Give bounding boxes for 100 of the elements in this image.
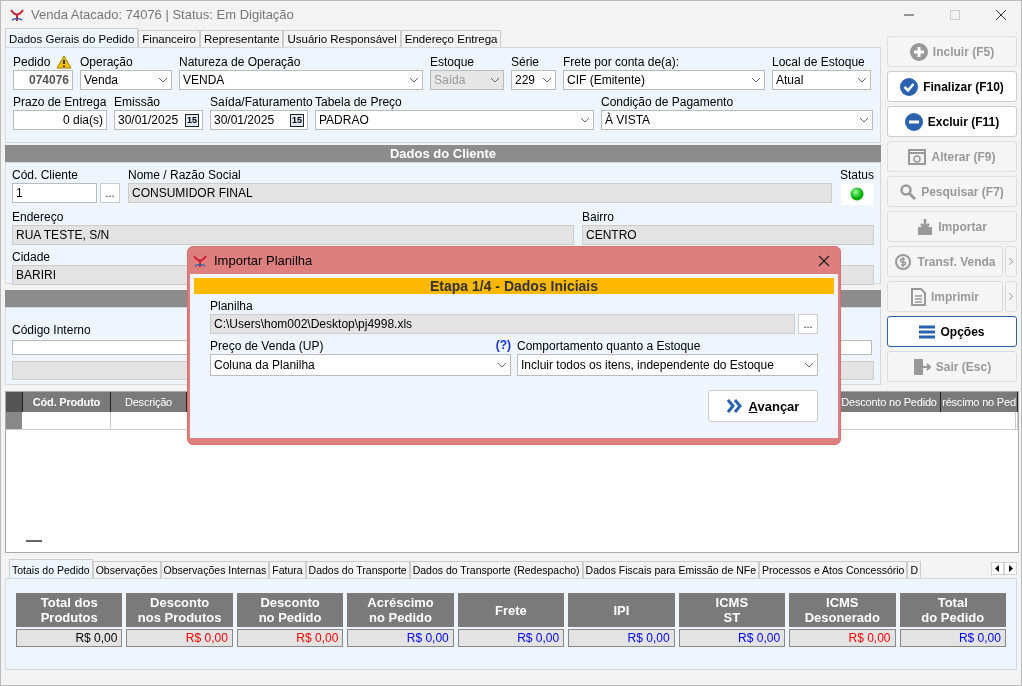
field-label: Comportamento quanto a Estoque xyxy=(517,338,701,354)
tab[interactable]: Financeiro xyxy=(138,30,200,47)
total-header: Total dos Produtos xyxy=(16,593,123,627)
browse-button[interactable]: ... xyxy=(798,314,818,334)
dropdown[interactable]: 229 xyxy=(511,70,556,90)
dropdown[interactable]: Atual xyxy=(772,70,871,90)
chevron-down-icon xyxy=(490,77,500,83)
next-button[interactable]: Avançar xyxy=(708,390,818,422)
field-label: Natureza de Operação xyxy=(179,54,301,70)
field-label: Cidade xyxy=(12,249,51,265)
download-box-icon xyxy=(917,217,934,236)
field-label: Tabela de Preço xyxy=(315,94,402,110)
tab[interactable]: Usuário Responsável xyxy=(283,30,401,47)
close-icon[interactable] xyxy=(995,8,1007,21)
document-icon xyxy=(911,287,926,306)
dropdown[interactable]: Venda xyxy=(80,70,172,90)
dropdown[interactable]: CIF (Emitente) xyxy=(563,70,765,90)
total-header: Desconto nos Produtos xyxy=(126,593,233,627)
total-value: R$ 0,00 xyxy=(126,629,233,647)
column-header[interactable]: réscimo no Ped xyxy=(941,392,1018,412)
field-label: Estoque xyxy=(430,54,475,70)
total-value: R$ 0,00 xyxy=(236,629,344,647)
chevron-down-icon xyxy=(751,77,761,83)
total-value: R$ 0,00 xyxy=(789,629,896,647)
tab[interactable]: Fatura xyxy=(269,561,306,578)
lookup-button[interactable]: ... xyxy=(100,183,120,203)
plus-icon xyxy=(909,42,928,61)
total-header: ICMS Desonerado xyxy=(789,593,896,627)
calendar-button[interactable]: 15 xyxy=(185,113,199,127)
chevron-down-icon xyxy=(580,117,590,123)
check-icon xyxy=(900,77,919,96)
tab[interactable]: Representante xyxy=(200,30,284,47)
field-label: Planilha xyxy=(210,298,253,314)
total-value: R$ 0,00 xyxy=(457,629,565,647)
tab[interactable]: D xyxy=(907,561,921,578)
dropdown[interactable]: PADRAO xyxy=(315,110,594,130)
tab[interactable]: Endereço Entrega xyxy=(400,30,502,47)
calendar-button[interactable]: 15 xyxy=(290,113,304,127)
dropdown[interactable]: VENDA xyxy=(179,70,423,90)
step-banner: Etapa 1/4 - Dados Iniciais xyxy=(194,278,834,294)
input-field: CENTRO xyxy=(582,225,874,245)
warning-icon xyxy=(56,55,73,69)
scroll-right-icon[interactable] xyxy=(1004,562,1017,575)
field-label: Nome / Razão Social xyxy=(128,167,241,183)
tab[interactable]: Totais do Pedido xyxy=(9,559,93,578)
chevron-down-icon xyxy=(804,362,814,368)
help-link[interactable]: (?) xyxy=(495,338,511,354)
tab[interactable]: Observações Internas xyxy=(160,561,270,578)
field-label: Cód. Cliente xyxy=(12,167,79,183)
field-label: Status xyxy=(840,167,875,183)
tab[interactable]: Processos e Atos Concessório xyxy=(759,561,908,578)
tab[interactable]: Dados Gerais do Pedido xyxy=(5,28,139,47)
dialog-title: Importar Planilha xyxy=(214,253,314,268)
field-label: Série xyxy=(511,54,539,70)
exit-door-icon xyxy=(912,357,931,376)
tab[interactable]: Dados do Transporte xyxy=(305,561,410,578)
total-header: Total do Pedido xyxy=(899,593,1006,627)
minus-icon xyxy=(904,112,923,131)
menu-icon xyxy=(919,324,936,339)
dropdown[interactable]: Incluir todos os itens, independente do Estoque xyxy=(517,354,818,376)
total-value: R$ 0,00 xyxy=(568,629,675,647)
total-header: Desconto no Pedido xyxy=(236,593,344,627)
dollar-cycle-icon xyxy=(894,252,913,271)
grid-corner xyxy=(6,392,23,412)
action-button[interactable]: Opções xyxy=(887,316,1017,347)
field-label: Pedido xyxy=(13,54,51,70)
action-button[interactable]: Finalizar (F10) xyxy=(887,71,1017,102)
tab[interactable]: Observações xyxy=(92,561,161,578)
tab[interactable]: Dados Fiscais para Emissão de NFe xyxy=(582,561,759,578)
field-label: Frete por conta de(a): xyxy=(563,54,680,70)
chevron-down-icon xyxy=(859,117,869,123)
total-value: R$ 0,00 xyxy=(899,629,1006,647)
total-header: Acréscimo no Pedido xyxy=(347,593,454,627)
dropdown[interactable]: Coluna da Planilha xyxy=(210,354,511,376)
input-field[interactable]: 1 xyxy=(12,183,98,203)
total-value: R$ 0,00 xyxy=(16,629,123,647)
input-field: RUA TESTE, S/N xyxy=(12,225,574,245)
field-label: Prazo de Entrega xyxy=(13,94,107,110)
date-field[interactable]: 30/01/2025 15 xyxy=(114,110,203,130)
field-label: Operação xyxy=(80,54,133,70)
row-indicator xyxy=(6,412,22,429)
scroll-left-icon[interactable] xyxy=(991,562,1004,575)
search-icon xyxy=(900,183,917,200)
input-field: CONSUMIDOR FINAL xyxy=(128,183,832,203)
close-icon[interactable] xyxy=(818,254,830,267)
field-label: Preço de Venda (UP) xyxy=(210,338,324,354)
date-field[interactable]: 30/01/2025 15 xyxy=(210,110,308,130)
total-header: IPI xyxy=(568,593,675,627)
action-button[interactable]: Excluir (F11) xyxy=(887,106,1017,137)
field-label: Endereço xyxy=(12,209,64,225)
total-value: R$ 0,00 xyxy=(678,629,786,647)
input-field[interactable]: 074076 xyxy=(13,70,73,90)
field-label: Saída/Faturamento xyxy=(210,94,313,110)
file-path-field[interactable]: C:\Users\hom002\Desktop\pj4998.xls xyxy=(210,314,795,334)
total-header: Frete xyxy=(457,593,565,627)
tab[interactable]: Dados do Transporte (Redespacho) xyxy=(409,561,583,578)
dropdown[interactable]: À VISTA xyxy=(601,110,873,130)
field-label: Código Interno xyxy=(12,322,91,338)
chevron-down-icon xyxy=(542,77,552,83)
input-field[interactable]: 0 dia(s) xyxy=(13,110,107,130)
